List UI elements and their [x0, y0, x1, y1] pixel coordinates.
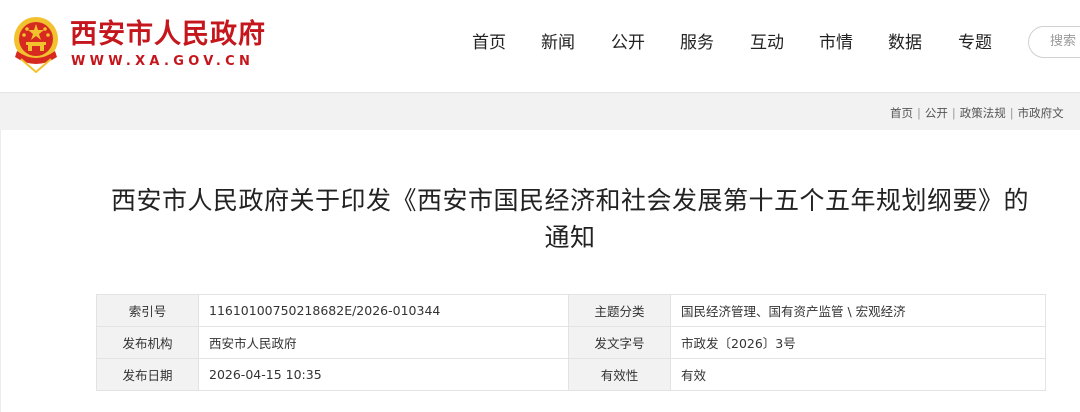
table-row: 发布机构 西安市人民政府 发文字号 市政发〔2026〕3号 [96, 326, 1046, 359]
validity-value: 有效 [670, 358, 1046, 391]
nav-item-news[interactable]: 新闻 [541, 29, 575, 57]
nav-item-data[interactable]: 数据 [888, 29, 922, 57]
category-label: 主题分类 [568, 294, 671, 327]
search-input[interactable]: 搜索 [1028, 26, 1080, 58]
index-no-value: 11610100750218682E/2026-010344 [198, 294, 569, 327]
nav-item-city-info[interactable]: 市情 [819, 29, 853, 57]
nav-item-interact[interactable]: 互动 [750, 29, 784, 57]
document-title: 西安市人民政府关于印发《西安市国民经济和社会发展第十五个五年规划纲要》的通知 [110, 186, 1029, 252]
breadcrumb: 首页 | 公开 | 政策法规 | 市政府文 [890, 105, 1064, 121]
breadcrumb-item-policy[interactable]: 政策法规 [960, 106, 1006, 120]
site-url-text: WWW.XA.GOV.CN [71, 54, 255, 69]
doc-no-label: 发文字号 [568, 326, 671, 359]
table-row: 发布日期 2026-04-15 10:35 有效性 有效 [96, 358, 1046, 391]
table-row: 索引号 11610100750218682E/2026-010344 主题分类 … [96, 294, 1046, 327]
doc-no-value: 市政发〔2026〕3号 [670, 326, 1046, 359]
index-no-label: 索引号 [96, 294, 199, 327]
breadcrumb-item-home[interactable]: 首页 [890, 106, 913, 120]
validity-label: 有效性 [568, 358, 671, 391]
nav-item-topics[interactable]: 专题 [958, 29, 992, 57]
nav-item-home[interactable]: 首页 [472, 29, 506, 57]
date-value: 2026-04-15 10:35 [198, 358, 569, 391]
breadcrumb-separator: | [1009, 106, 1014, 120]
national-emblem-icon[interactable] [11, 15, 61, 73]
breadcrumb-item-open[interactable]: 公开 [925, 106, 948, 120]
breadcrumb-item-gov-docs[interactable]: 市政府文 [1018, 106, 1064, 120]
issuer-label: 发布机构 [96, 326, 199, 359]
issuer-value: 西安市人民政府 [198, 326, 569, 359]
breadcrumb-separator: | [951, 106, 956, 120]
nav-item-open[interactable]: 公开 [611, 29, 645, 57]
site-header: 西安市人民政府 WWW.XA.GOV.CN 首页 新闻 公开 服务 互动 市情 … [0, 0, 1080, 92]
document-meta-table: 索引号 11610100750218682E/2026-010344 主题分类 … [96, 294, 1046, 391]
site-title[interactable]: 西安市人民政府 [70, 17, 266, 53]
category-value: 国民经济管理、国有资产监管 \ 宏观经济 [670, 294, 1046, 327]
breadcrumb-separator: | [917, 106, 921, 120]
date-label: 发布日期 [96, 358, 199, 391]
nav-item-service[interactable]: 服务 [680, 29, 714, 57]
breadcrumb-bar: 首页 | 公开 | 政策法规 | 市政府文 [0, 92, 1080, 130]
